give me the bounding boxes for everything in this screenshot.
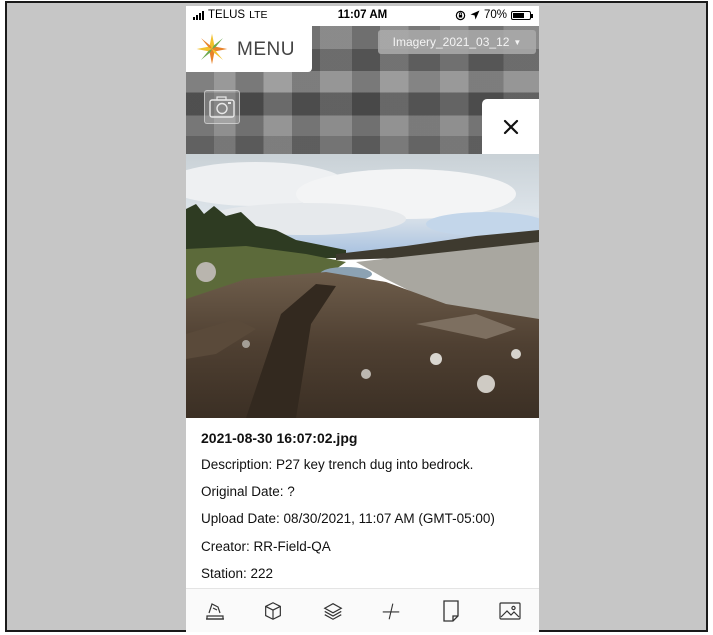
compass-star-logo xyxy=(196,33,228,65)
measure-icon xyxy=(382,603,400,620)
photo-creator: Creator: RR-Field-QA xyxy=(201,539,331,554)
camera-button[interactable] xyxy=(204,90,240,124)
photo-original-date: Original Date: ? xyxy=(201,484,295,499)
photo-filename: 2021-08-30 16:07:02.jpg xyxy=(201,430,358,446)
photo-upload-date: Upload Date: 08/30/2021, 11:07 AM (GMT-0… xyxy=(201,511,495,526)
toolbar-image-gallery-button[interactable] xyxy=(496,597,524,625)
imagery-selected-value: Imagery_2021_03_12 xyxy=(392,35,510,49)
battery-percent: 70% xyxy=(483,9,507,21)
close-button[interactable] xyxy=(482,99,539,155)
photo-details-panel: 2021-08-30 16:07:02.jpg Description: P27… xyxy=(186,418,539,588)
site-photo[interactable] xyxy=(186,154,539,418)
phone-screen: TELUS LTE 11:07 AM 70% MENU Imagery_2021… xyxy=(186,6,539,632)
battery-tip xyxy=(531,13,533,18)
battery-icon xyxy=(511,10,533,20)
imagery-dropdown[interactable]: Imagery_2021_03_12 ▼ xyxy=(378,30,536,54)
map-draw-icon xyxy=(206,603,224,620)
image-gallery-icon xyxy=(499,602,521,620)
menu-button[interactable]: MENU xyxy=(186,26,312,72)
rotation-lock-icon xyxy=(455,10,466,20)
status-right: 70% xyxy=(455,9,533,21)
site-photo-image xyxy=(186,154,539,418)
toolbar-document-button[interactable] xyxy=(437,597,465,625)
document-icon xyxy=(443,600,459,622)
toolbar-3d-button[interactable] xyxy=(259,597,287,625)
bottom-toolbar xyxy=(186,588,539,632)
photo-station: Station: 222 xyxy=(201,566,274,581)
photo-description: Description: P27 key trench dug into bed… xyxy=(201,457,474,472)
camera-icon xyxy=(209,96,235,118)
toolbar-layers-button[interactable] xyxy=(319,597,347,625)
chevron-down-icon: ▼ xyxy=(513,37,522,47)
status-bar: TELUS LTE 11:07 AM 70% xyxy=(186,6,539,26)
toolbar-measure-button[interactable] xyxy=(377,597,405,625)
toolbar-map-draw-button[interactable] xyxy=(201,597,229,625)
layers-icon xyxy=(323,602,343,620)
close-icon xyxy=(503,119,518,135)
location-arrow-icon xyxy=(470,10,480,20)
3d-box-icon xyxy=(265,602,281,620)
battery-fill xyxy=(513,12,524,18)
menu-label: MENU xyxy=(237,39,295,60)
